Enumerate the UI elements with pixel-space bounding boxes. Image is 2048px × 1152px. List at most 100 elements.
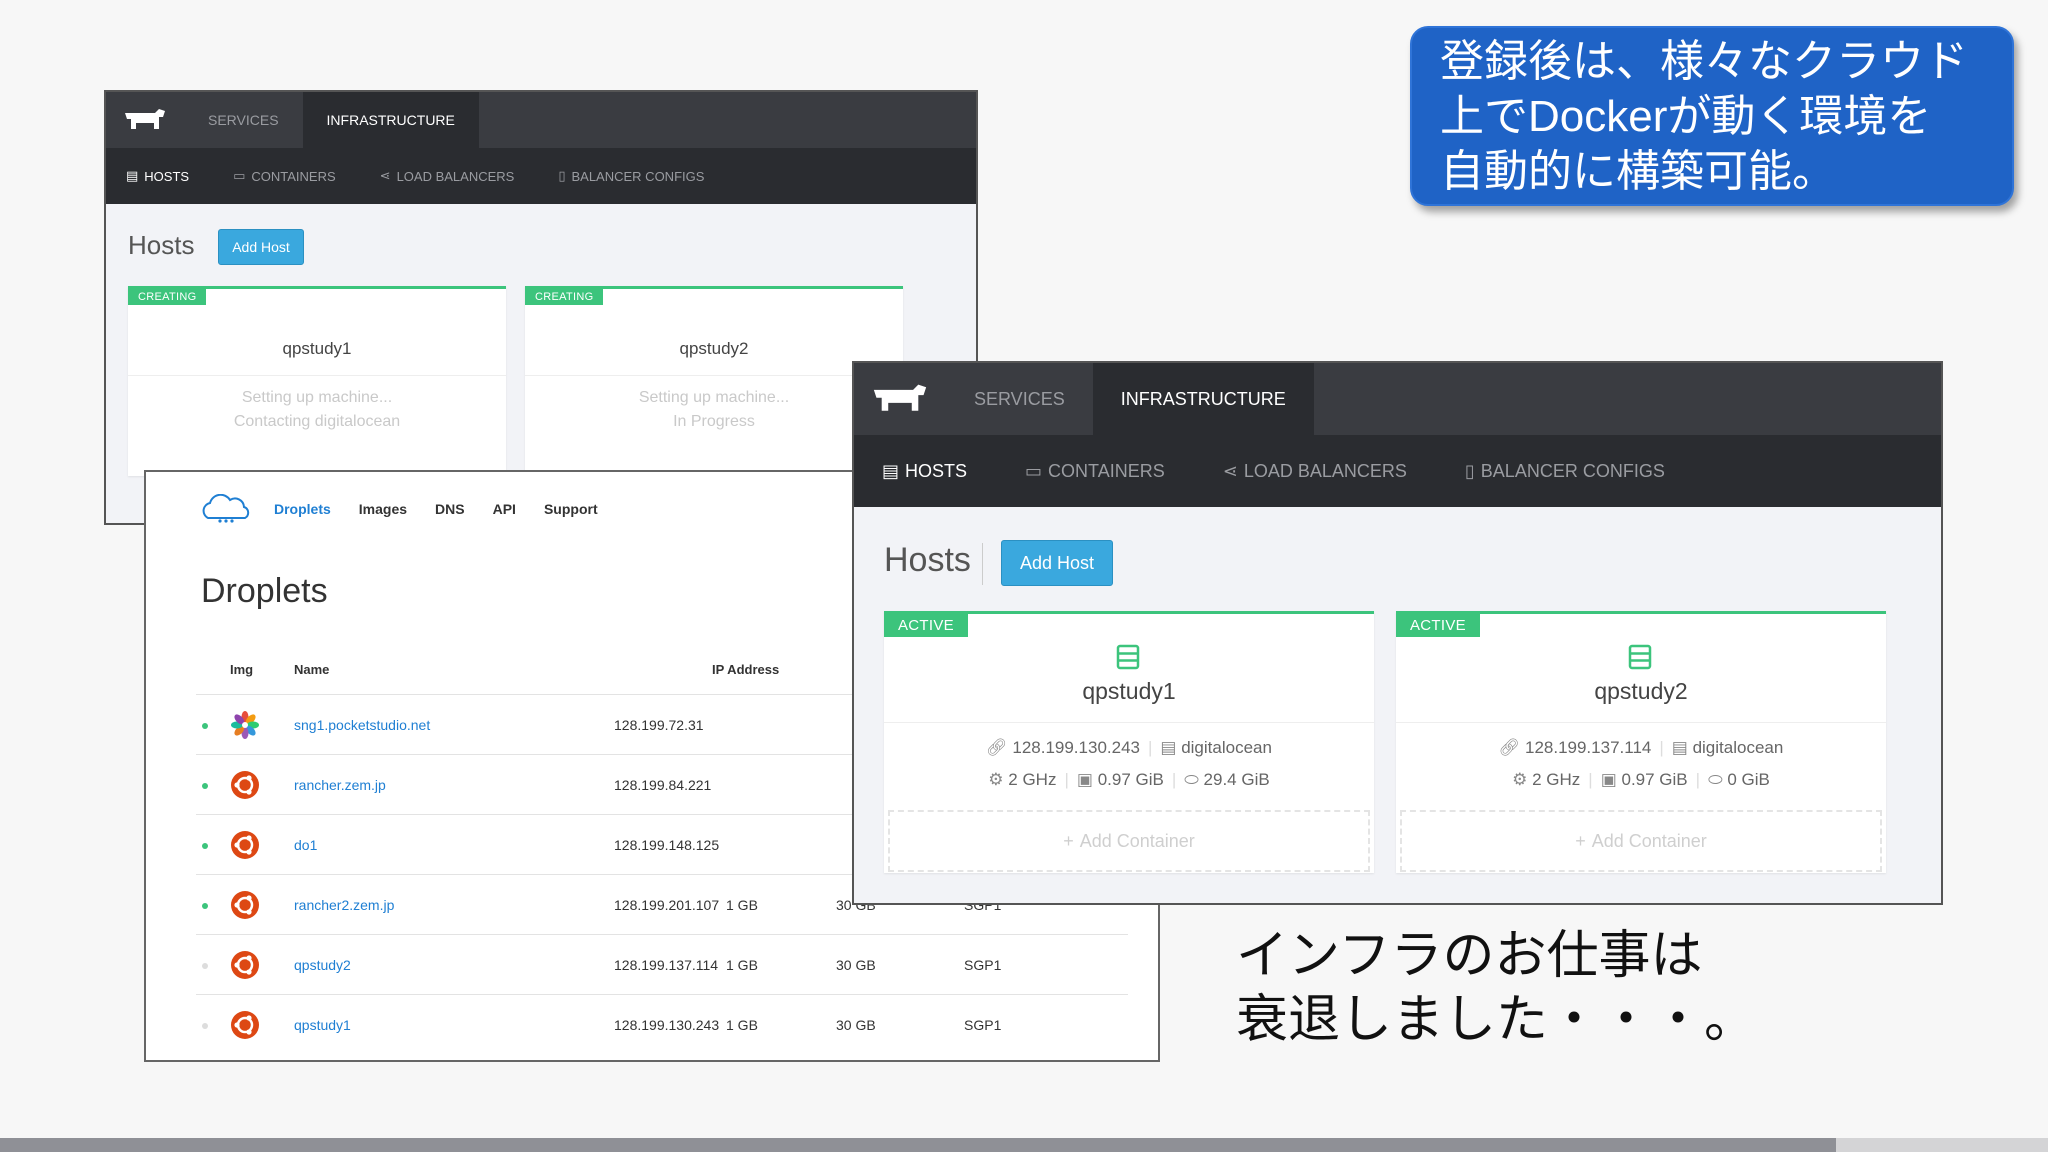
ubuntu-icon: [230, 830, 260, 860]
page-title: Droplets: [201, 572, 328, 610]
server-icon: [1116, 644, 1140, 675]
ubuntu-icon: [230, 770, 260, 800]
tab-services-label: SERVICES: [208, 112, 279, 128]
droplet-ip: 128.199.137.114: [614, 957, 719, 973]
memory-icon: ▣: [1076, 770, 1093, 789]
droplet-name-link[interactable]: rancher.zem.jp: [294, 777, 386, 793]
divider: [128, 375, 506, 376]
table-row[interactable]: qpstudy2 128.199.137.114 1 GB 30 GB SGP1: [196, 934, 1128, 994]
status-dot: [202, 1023, 208, 1029]
droplet-region: SGP1: [964, 957, 1002, 973]
host-card[interactable]: ACTIVE qpstudy2 🔗︎ 128.199.137.114 | ▤ digit…: [1396, 611, 1886, 873]
tab-infrastructure[interactable]: INFRASTRUCTURE: [1092, 363, 1314, 435]
rancher-logo[interactable]: [106, 92, 184, 148]
status-badge: ACTIVE: [884, 614, 968, 637]
divider: |: [1659, 738, 1664, 757]
subnav-balancer-configs[interactable]: ▯ BALANCER CONFIGS: [558, 168, 704, 184]
nav-dns[interactable]: DNS: [435, 501, 465, 517]
droplet-ip: 128.199.84.221: [614, 777, 712, 793]
nav-images[interactable]: Images: [359, 501, 407, 517]
tab-services[interactable]: SERVICES: [946, 363, 1093, 435]
digitalocean-nav: Droplets Images DNS API Support: [198, 494, 626, 524]
tab-services[interactable]: SERVICES: [184, 92, 303, 148]
status-dot: [202, 723, 208, 729]
droplet-name-link[interactable]: rancher2.zem.jp: [294, 897, 394, 913]
subnav-containers[interactable]: ▭ CONTAINERS: [233, 168, 336, 184]
droplet-ip: 128.199.148.125: [614, 837, 720, 853]
column-header-name: Name: [294, 662, 330, 677]
host-name: qpstudy2: [1594, 678, 1688, 704]
pinwheel-icon: [230, 710, 260, 740]
droplet-name-link[interactable]: do1: [294, 837, 317, 853]
add-container-label: Add Container: [1079, 830, 1195, 851]
status-dot: [202, 963, 208, 969]
disk-icon: ⬭: [1184, 770, 1199, 789]
subnav-balancer-configs[interactable]: ▯ BALANCER CONFIGS: [1465, 461, 1665, 482]
status-badge: ACTIVE: [1396, 614, 1480, 637]
divider: |: [1171, 770, 1177, 789]
tab-infrastructure-label: INFRASTRUCTURE: [1120, 388, 1286, 409]
subnav-hosts-label: HOSTS: [144, 168, 190, 184]
file-icon: ▯: [1464, 460, 1475, 481]
column-header-ip: IP Address: [712, 662, 780, 677]
rancher-window-back: SERVICES INFRASTRUCTURE ▤ HOSTS ▭ CONTAINE…: [104, 90, 978, 525]
host-details-row: 🔗︎ 128.199.130.243 | ▤ digitalocean: [884, 738, 1374, 758]
subnav-hosts-label: HOSTS: [905, 460, 968, 481]
tab-services-label: SERVICES: [974, 388, 1065, 409]
droplet-name-link[interactable]: qpstudy1: [294, 1017, 351, 1033]
subnav-load-balancers[interactable]: ⋖ LOAD BALANCERS: [380, 168, 515, 184]
rancher-top-nav: SERVICES INFRASTRUCTURE: [106, 92, 976, 148]
add-host-button[interactable]: Add Host: [1001, 540, 1113, 586]
provider-icon: ▤: [1671, 738, 1688, 757]
rancher-top-nav: SERVICES INFRASTRUCTURE: [854, 363, 1941, 435]
add-container-button[interactable]: + Add Container: [888, 810, 1370, 872]
host-memory: 0.97 GiB: [1621, 770, 1688, 789]
host-resources-row: ⚙ 2 GHz | ▣ 0.97 GiB | ⬭ 29.4 GiB: [884, 770, 1374, 790]
droplet-name-link[interactable]: qpstudy2: [294, 957, 351, 973]
add-container-button[interactable]: + Add Container: [1400, 810, 1882, 872]
host-card[interactable]: CREATING qpstudy2 Setting up machine... …: [525, 286, 903, 476]
subnav-containers[interactable]: ▭ CONTAINERS: [1025, 461, 1165, 482]
provider-icon: ▤: [1160, 738, 1177, 757]
server-icon: [1628, 644, 1652, 675]
droplet-memory: 1 GB: [726, 1017, 758, 1033]
host-card[interactable]: ACTIVE qpstudy1 🔗︎ 128.199.130.243 | ▤ digit…: [884, 611, 1374, 873]
droplet-name-link[interactable]: sng1.pocketstudio.net: [294, 717, 430, 733]
callout-box: 登録後は、様々なクラウド 上でDockerが動く環境を 自動的に構築可能。: [1410, 26, 2014, 206]
host-memory: 0.97 GiB: [1097, 770, 1164, 789]
subnav-load-balancers[interactable]: ⋖ LOAD BALANCERS: [1223, 461, 1407, 482]
nav-droplets[interactable]: Droplets: [274, 501, 331, 517]
status-dot: [202, 843, 208, 849]
host-name: qpstudy2: [679, 339, 749, 358]
host-disk: 29.4 GiB: [1203, 770, 1270, 789]
host-status-line: Contacting digitalocean: [233, 413, 401, 430]
host-card[interactable]: CREATING qpstudy1 Setting up machine... …: [128, 286, 506, 476]
subnav-hosts[interactable]: ▤ HOSTS: [882, 461, 967, 482]
host-resources-row: ⚙ 2 GHz | ▣ 0.97 GiB | ⬭ 0 GiB: [1396, 770, 1886, 790]
subnav-containers-label: CONTAINERS: [251, 168, 336, 184]
subnav-load-balancers-label: LOAD BALANCERS: [396, 168, 515, 184]
host-name: qpstudy1: [1082, 678, 1176, 704]
nav-api[interactable]: API: [493, 501, 516, 517]
subnav-balancer-configs-label: BALANCER CONFIGS: [1480, 460, 1665, 481]
plus-icon: +: [1063, 830, 1074, 851]
add-host-button[interactable]: Add Host: [218, 229, 304, 265]
droplet-ip: 128.199.72.31: [614, 717, 704, 733]
droplet-disk: 30 GB: [836, 1017, 876, 1033]
host-status-line: Setting up machine...: [241, 389, 393, 406]
droplet-ip: 128.199.130.243: [614, 1017, 720, 1033]
cpu-icon: ⚙: [1512, 770, 1528, 789]
subnav-hosts[interactable]: ▤ HOSTS: [126, 168, 189, 184]
rancher-sub-nav: ▤ HOSTS ▭ CONTAINERS ⋖ LOAD BALANCERS ▯ BALA…: [854, 435, 1941, 507]
host-ip: 128.199.130.243: [1012, 738, 1140, 757]
rancher-logo[interactable]: [854, 363, 946, 435]
table-row[interactable]: qpstudy1 128.199.130.243 1 GB 30 GB SGP1: [196, 994, 1128, 1054]
digitalocean-cloud-icon[interactable]: [198, 494, 252, 524]
droplet-disk: 30 GB: [836, 957, 876, 973]
share-icon: ⋖: [379, 168, 391, 183]
tab-infrastructure[interactable]: INFRASTRUCTURE: [302, 92, 479, 148]
file-icon: ▯: [558, 168, 566, 183]
nav-support[interactable]: Support: [544, 501, 598, 517]
divider: [1396, 722, 1886, 723]
disk-icon: ⬭: [1708, 770, 1723, 789]
